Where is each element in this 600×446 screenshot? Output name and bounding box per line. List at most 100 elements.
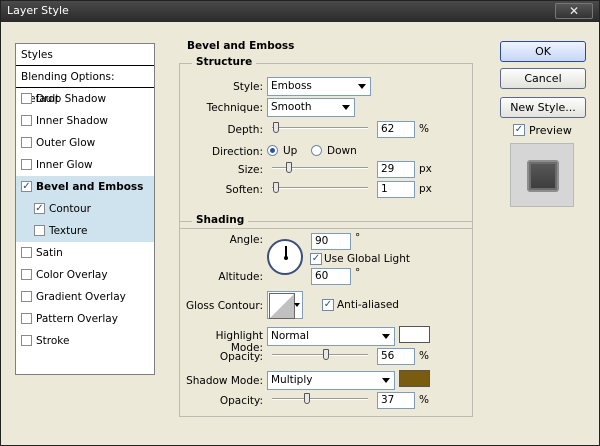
- style-item-satin[interactable]: Satin: [16, 242, 154, 264]
- shadow-opacity-input[interactable]: 37: [377, 392, 415, 409]
- direction-up-radio[interactable]: [267, 145, 278, 156]
- style-checkbox[interactable]: [21, 313, 32, 324]
- style-checkbox[interactable]: [21, 115, 32, 126]
- style-checkbox[interactable]: [34, 225, 45, 236]
- highlight-opacity-unit: %: [419, 350, 429, 362]
- style-item-label: Inner Glow: [36, 159, 93, 171]
- size-input[interactable]: 29: [377, 161, 415, 178]
- style-item-outer-glow[interactable]: Outer Glow: [16, 132, 154, 154]
- gloss-contour-label: Gloss Contour:: [185, 300, 263, 312]
- style-item-texture[interactable]: Texture: [16, 220, 154, 242]
- styles-list: Styles Blending Options: Default Drop Sh…: [15, 43, 155, 375]
- dialog-body: Styles Blending Options: Default Drop Sh…: [3, 23, 597, 443]
- shadow-opacity-unit: %: [419, 394, 429, 406]
- direction-down-radio[interactable]: [311, 145, 322, 156]
- depth-input[interactable]: 62: [377, 121, 415, 138]
- technique-select[interactable]: Smooth: [267, 98, 355, 117]
- size-unit: px: [419, 163, 432, 175]
- style-item-label: Color Overlay: [36, 269, 108, 281]
- style-item-inner-glow[interactable]: Inner Glow: [16, 154, 154, 176]
- style-item-label: Outer Glow: [36, 137, 96, 149]
- gloss-contour-picker[interactable]: [267, 291, 303, 319]
- highlight-opacity-thumb[interactable]: [323, 349, 329, 360]
- style-item-stroke[interactable]: Stroke: [16, 330, 154, 352]
- style-item-bevel-and-emboss[interactable]: ✓ Bevel and Emboss: [16, 176, 154, 198]
- angle-dial[interactable]: [267, 239, 303, 275]
- depth-slider-track[interactable]: [272, 127, 368, 129]
- soften-input[interactable]: 1: [377, 181, 415, 198]
- cancel-button[interactable]: Cancel: [500, 68, 586, 89]
- style-checkbox[interactable]: [21, 137, 32, 148]
- shadow-mode-label: Shadow Mode:: [186, 375, 263, 387]
- close-icon: ✕: [568, 4, 580, 18]
- angle-unit: °: [355, 232, 361, 244]
- style-item-drop-shadow[interactable]: Drop Shadow: [16, 88, 154, 110]
- style-checkbox[interactable]: [21, 247, 32, 258]
- style-checkbox[interactable]: ✓: [21, 181, 32, 192]
- depth-slider-thumb[interactable]: [273, 122, 279, 133]
- close-button[interactable]: ✕: [555, 3, 593, 19]
- chevron-down-icon: [382, 334, 390, 339]
- structure-title: Structure: [192, 56, 257, 68]
- style-item-color-overlay[interactable]: Color Overlay: [16, 264, 154, 286]
- highlight-mode-select[interactable]: Normal: [267, 327, 395, 346]
- style-checkbox[interactable]: ✓: [34, 203, 45, 214]
- shadow-opacity-track[interactable]: [272, 398, 368, 400]
- style-checkbox[interactable]: [21, 93, 32, 104]
- style-item-pattern-overlay[interactable]: Pattern Overlay: [16, 308, 154, 330]
- shading-title: Shading: [192, 214, 249, 226]
- style-item-gradient-overlay[interactable]: Gradient Overlay: [16, 286, 154, 308]
- shadow-mode-select[interactable]: Multiply: [267, 371, 395, 390]
- altitude-label: Altitude:: [218, 271, 263, 283]
- style-item-label: Satin: [36, 247, 63, 259]
- style-preview: [510, 143, 574, 207]
- use-global-light-label: Use Global Light: [324, 253, 410, 265]
- contour-preview: [269, 293, 295, 319]
- style-select[interactable]: Emboss: [267, 77, 371, 96]
- depth-label: Depth:: [227, 124, 263, 136]
- style-item-label: Drop Shadow: [36, 93, 107, 105]
- shadow-color-swatch[interactable]: [399, 370, 430, 387]
- style-checkbox[interactable]: [21, 291, 32, 302]
- style-checkbox[interactable]: [21, 269, 32, 280]
- blending-options-item[interactable]: Blending Options: Default: [16, 66, 154, 105]
- highlight-opacity-track[interactable]: [272, 354, 368, 356]
- styles-header[interactable]: Styles: [16, 44, 154, 66]
- altitude-input[interactable]: 60: [311, 268, 351, 285]
- style-item-label: Stroke: [36, 335, 70, 347]
- style-checkbox[interactable]: [21, 159, 32, 170]
- direction-label: Direction:: [212, 146, 263, 158]
- size-label: Size:: [237, 164, 263, 176]
- style-item-label: Contour: [49, 203, 91, 215]
- highlight-opacity-input[interactable]: 56: [377, 348, 415, 365]
- use-global-light-checkbox[interactable]: ✓: [310, 253, 322, 265]
- shadow-opacity-thumb[interactable]: [304, 393, 310, 404]
- style-item-label: Bevel and Emboss: [36, 181, 144, 193]
- shadow-opacity-label: Opacity:: [219, 395, 263, 407]
- depth-unit: %: [419, 123, 429, 135]
- style-item-inner-shadow[interactable]: Inner Shadow: [16, 110, 154, 132]
- new-style-button[interactable]: New Style...: [500, 97, 586, 118]
- shadow-mode-value: Multiply: [271, 374, 313, 386]
- style-item-contour[interactable]: ✓ Contour: [16, 198, 154, 220]
- chevron-down-icon: [382, 378, 390, 383]
- title-bar: Layer Style ✕: [1, 1, 599, 22]
- layer-style-dialog: Layer Style ✕ Styles Blending Options: D…: [0, 0, 600, 446]
- soften-unit: px: [419, 183, 432, 195]
- style-value: Emboss: [271, 80, 312, 92]
- preview-thumbnail: [527, 160, 559, 192]
- altitude-unit: °: [355, 267, 361, 279]
- anti-aliased-label: Anti-aliased: [337, 299, 399, 311]
- soften-slider-thumb[interactable]: [273, 182, 279, 193]
- highlight-color-swatch[interactable]: [399, 326, 430, 343]
- ok-button[interactable]: OK: [500, 41, 586, 62]
- highlight-opacity-label: Opacity:: [219, 351, 263, 363]
- soften-slider-track[interactable]: [272, 187, 368, 189]
- style-item-label: Inner Shadow: [36, 115, 108, 127]
- preview-checkbox[interactable]: ✓: [513, 124, 525, 136]
- direction-up-label: Up: [283, 145, 298, 157]
- style-checkbox[interactable]: [21, 335, 32, 346]
- anti-aliased-checkbox[interactable]: ✓: [322, 299, 334, 311]
- size-slider-thumb[interactable]: [286, 162, 292, 173]
- angle-input[interactable]: 90: [311, 233, 351, 250]
